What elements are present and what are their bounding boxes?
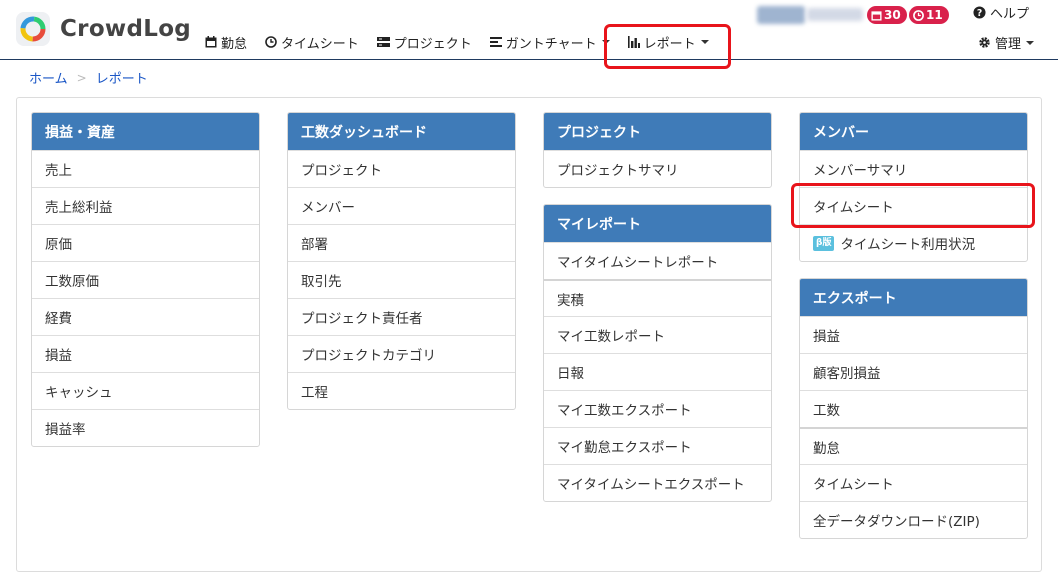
export-link-workload[interactable]: 工数 (800, 390, 1027, 427)
project-icon (376, 37, 390, 47)
card-project-title: プロジェクト (544, 113, 771, 150)
report-link-labor-cost[interactable]: 工数原価 (32, 261, 259, 298)
export-link-profit-loss[interactable]: 損益 (800, 316, 1027, 353)
report-link-my-workload-report[interactable]: マイ工数レポート (544, 316, 771, 353)
report-link-profit-loss[interactable]: 損益 (32, 335, 259, 372)
clock-icon (265, 36, 277, 48)
card-my-report: マイレポート マイタイムシートレポート 実積 マイ工数レポート 日報 マイ工数エ… (543, 204, 772, 502)
svg-text:?: ? (977, 8, 982, 19)
nav-project[interactable]: プロジェクト (376, 33, 472, 52)
report-link-my-attendance-export[interactable]: マイ勤怠エクスポート (544, 427, 771, 464)
breadcrumb-separator: > (76, 70, 87, 85)
report-highlight-box (604, 24, 731, 69)
breadcrumb: ホーム > レポート (29, 68, 148, 88)
admin-menu[interactable]: 管理 (978, 33, 1035, 52)
clock-icon (913, 9, 924, 21)
calendar-badge[interactable]: 30 (867, 6, 907, 24)
timesheet-highlight-box (791, 183, 1035, 228)
help-link[interactable]: ? ヘルプ (973, 3, 1029, 22)
report-panel: 損益・資産 売上 売上総利益 原価 工数原価 経費 損益 キャッシュ 損益率 工… (16, 97, 1042, 572)
app-logo[interactable]: CrowdLog (16, 12, 191, 46)
breadcrumb-home[interactable]: ホーム (29, 68, 68, 87)
card-dashboard-title: 工数ダッシュボード (288, 113, 515, 150)
gantt-icon (489, 37, 502, 47)
export-link-client-profit-loss[interactable]: 顧客別損益 (800, 353, 1027, 390)
report-link-member-summary[interactable]: メンバーサマリ (800, 150, 1027, 187)
report-link-cost[interactable]: 原価 (32, 224, 259, 261)
app-name: CrowdLog (60, 16, 192, 42)
report-link-timesheet-usage[interactable]: β版 タイムシート利用状況 (800, 224, 1027, 261)
calendar-icon (871, 10, 882, 21)
card-export-title: エクスポート (800, 279, 1027, 316)
dashboard-link-project-category[interactable]: プロジェクトカテゴリ (288, 335, 515, 372)
report-link-project-summary[interactable]: プロジェクトサマリ (544, 150, 771, 187)
card-project: プロジェクト プロジェクトサマリ (543, 112, 772, 188)
report-link-my-timesheet-report[interactable]: マイタイムシートレポート (544, 242, 771, 279)
crowdlog-logo-icon (16, 12, 50, 46)
calendar-icon (205, 36, 217, 48)
card-dashboard: 工数ダッシュボード プロジェクト メンバー 部署 取引先 プロジェクト責任者 プ… (287, 112, 516, 410)
report-link-actual[interactable]: 実積 (544, 279, 771, 316)
export-link-attendance[interactable]: 勤怠 (800, 427, 1027, 464)
card-profit-title: 損益・資産 (32, 113, 259, 150)
report-link-profit-rate[interactable]: 損益率 (32, 409, 259, 446)
dashboard-link-project[interactable]: プロジェクト (288, 150, 515, 187)
nav-attendance[interactable]: 勤怠 (205, 33, 247, 52)
beta-badge: β版 (813, 235, 835, 251)
breadcrumb-current[interactable]: レポート (96, 68, 148, 87)
card-member-title: メンバー (800, 113, 1027, 150)
top-header: CrowdLog 勤怠 タイムシート プロジェクト ガントチャート レポート 3… (0, 0, 1058, 69)
dashboard-link-project-manager[interactable]: プロジェクト責任者 (288, 298, 515, 335)
report-link-my-workload-export[interactable]: マイ工数エクスポート (544, 390, 771, 427)
card-profit: 損益・資産 売上 売上総利益 原価 工数原価 経費 損益 キャッシュ 損益率 (31, 112, 260, 447)
dashboard-link-process[interactable]: 工程 (288, 372, 515, 409)
report-link-gross-profit[interactable]: 売上総利益 (32, 187, 259, 224)
dashboard-link-department[interactable]: 部署 (288, 224, 515, 261)
clock-badge[interactable]: 11 (909, 6, 949, 24)
card-export: エクスポート 損益 顧客別損益 工数 勤怠 タイムシート 全データダウンロード(… (799, 278, 1028, 539)
report-link-cash[interactable]: キャッシュ (32, 372, 259, 409)
dashboard-link-client[interactable]: 取引先 (288, 261, 515, 298)
export-link-timesheet[interactable]: タイムシート (800, 464, 1027, 501)
question-circle-icon: ? (973, 6, 986, 19)
report-link-sales[interactable]: 売上 (32, 150, 259, 187)
gear-icon (979, 37, 990, 48)
report-link-daily-report[interactable]: 日報 (544, 353, 771, 390)
report-link-my-timesheet-export[interactable]: マイタイムシートエクスポート (544, 464, 771, 501)
export-link-all-data-zip[interactable]: 全データダウンロード(ZIP) (800, 501, 1027, 538)
nav-gantt[interactable]: ガントチャート (489, 33, 610, 52)
card-my-report-title: マイレポート (544, 205, 771, 242)
report-link-expenses[interactable]: 経費 (32, 298, 259, 335)
user-name-blurred[interactable] (757, 5, 865, 25)
dashboard-link-member[interactable]: メンバー (288, 187, 515, 224)
chevron-down-icon (1026, 40, 1035, 45)
nav-timesheet[interactable]: タイムシート (265, 33, 359, 52)
